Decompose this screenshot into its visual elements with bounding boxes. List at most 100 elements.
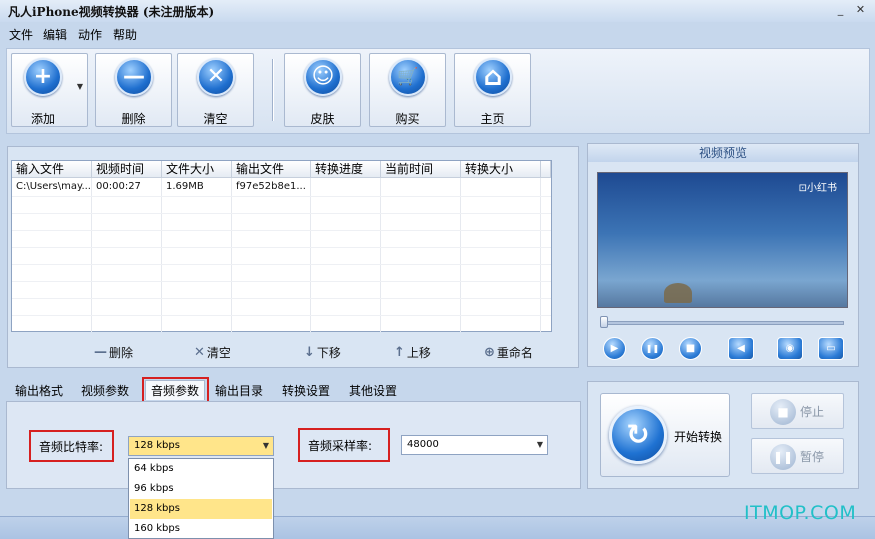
pause-convert-button[interactable]: ❚❚ 暂停: [751, 438, 844, 474]
toolbar-separator: [272, 59, 274, 121]
add-dropdown-arrow-icon[interactable]: ▼: [77, 82, 83, 91]
buy-button[interactable]: 🛒 购买: [369, 53, 446, 127]
col-grid: [12, 178, 92, 332]
table-row[interactable]: C:\Users\may... 00:00:27 1.69MB f97e52b8…: [12, 178, 541, 195]
col-grid: [92, 178, 162, 332]
video-preview: ⊡小红书: [597, 172, 848, 308]
row-divider: [12, 213, 551, 214]
delete-button-label: 删除: [121, 112, 146, 126]
move-down-button[interactable]: ↓ 下移: [304, 344, 341, 361]
tab-output-dir[interactable]: 输出目录: [215, 381, 263, 401]
pause-button[interactable]: ❚❚: [641, 337, 664, 360]
col-converted-size[interactable]: 转换大小: [461, 161, 541, 178]
stop-button[interactable]: ■: [679, 337, 702, 360]
stop-convert-label: 停止: [800, 405, 825, 419]
snapshot-button[interactable]: ◉: [777, 337, 803, 360]
cell-input-file: C:\Users\may...: [16, 181, 91, 192]
seek-handle[interactable]: [600, 316, 608, 328]
bitrate-option-64[interactable]: 64 kbps: [130, 459, 272, 479]
row-divider: [12, 230, 551, 231]
minus-icon: —: [115, 58, 153, 96]
delete-button[interactable]: — 删除: [95, 53, 172, 127]
tab-output-format[interactable]: 输出格式: [15, 381, 63, 401]
add-button[interactable]: + 添加 ▼: [11, 53, 88, 127]
window-title: 凡人iPhone视频转换器 (未注册版本): [8, 5, 215, 19]
list-clear-button[interactable]: ✕ 清空: [194, 344, 231, 361]
file-list[interactable]: 输入文件 视频时间 文件大小 输出文件 转换进度 当前时间 转换大小 C:\Us…: [11, 160, 552, 332]
minimize-button[interactable]: _: [832, 2, 849, 18]
bitrate-option-128[interactable]: 128 kbps: [130, 499, 272, 519]
row-divider: [12, 247, 551, 248]
row-divider: [12, 315, 551, 316]
col-video-time[interactable]: 视频时间: [92, 161, 162, 178]
col-grid: [162, 178, 232, 332]
move-down-label: 下移: [316, 346, 341, 360]
col-progress[interactable]: 转换进度: [311, 161, 381, 178]
home-button[interactable]: ⌂ 主页: [454, 53, 531, 127]
menu-action[interactable]: 动作: [78, 26, 102, 43]
bitrate-select[interactable]: 128 kbps ▼: [128, 436, 274, 456]
skin-button[interactable]: ☺ 皮肤: [284, 53, 361, 127]
settings-tabs: 输出格式 视频参数 音频参数 输出目录 转换设置 其他设置: [6, 377, 581, 403]
stop-icon: ■: [770, 399, 796, 425]
close-button[interactable]: ✕: [852, 2, 869, 18]
list-delete-label: 删除: [109, 346, 134, 360]
smiley-icon: ☺: [304, 58, 342, 96]
tab-audio-params[interactable]: 音频参数: [145, 380, 206, 400]
cell-file-size: 1.69MB: [166, 181, 204, 192]
menu-bar: 文件 编辑 动作 帮助: [0, 22, 875, 44]
menu-help[interactable]: 帮助: [113, 26, 137, 43]
col-current-time[interactable]: 当前时间: [381, 161, 461, 178]
home-button-label: 主页: [480, 112, 505, 126]
pause-icon: ❚❚: [770, 444, 796, 470]
list-delete-button[interactable]: — 删除: [94, 344, 133, 361]
tab-video-params[interactable]: 视频参数: [81, 381, 129, 401]
row-divider: [12, 298, 551, 299]
start-convert-button[interactable]: ↻ 开始转换: [600, 393, 730, 477]
col-filler: [541, 161, 551, 178]
open-folder-button[interactable]: ▭: [818, 337, 844, 360]
bitrate-dropdown-list: 64 kbps 96 kbps 128 kbps 160 kbps: [128, 458, 274, 539]
list-clear-label: 清空: [206, 346, 231, 360]
pause-convert-label: 暂停: [800, 450, 825, 464]
row-divider: [12, 281, 551, 282]
video-watermark: ⊡小红书: [798, 183, 837, 194]
stop-convert-button[interactable]: ■ 停止: [751, 393, 844, 429]
bitrate-label: 音频比特率:: [29, 430, 114, 462]
x-circle-icon: ✕: [197, 58, 235, 96]
arrow-up-icon: ↑: [394, 345, 405, 360]
col-output-file[interactable]: 输出文件: [232, 161, 311, 178]
bitrate-value: 128 kbps: [134, 440, 180, 451]
samplerate-label: 音频采样率:: [298, 428, 390, 462]
chevron-down-icon: ▼: [536, 440, 543, 449]
bitrate-option-96[interactable]: 96 kbps: [130, 479, 272, 499]
play-button[interactable]: ▶: [603, 337, 626, 360]
col-input-file[interactable]: 输入文件: [12, 161, 92, 178]
preview-title: 视频预览: [588, 144, 858, 162]
tab-other-settings[interactable]: 其他设置: [349, 381, 397, 401]
convert-panel: ↻ 开始转换 ■ 停止 ❚❚ 暂停: [587, 381, 859, 489]
col-grid: [232, 178, 311, 332]
move-up-button[interactable]: ↑ 上移: [394, 344, 431, 361]
start-convert-label: 开始转换: [674, 430, 723, 444]
bitrate-option-160[interactable]: 160 kbps: [130, 519, 272, 539]
cell-video-time: 00:00:27: [96, 181, 141, 192]
samplerate-select[interactable]: 48000 ▼: [401, 435, 548, 455]
clear-button[interactable]: ✕ 清空: [177, 53, 254, 127]
rename-button[interactable]: ⊕ 重命名: [484, 344, 533, 361]
tab-convert-settings[interactable]: 转换设置: [282, 381, 330, 401]
menu-edit[interactable]: 编辑: [43, 26, 67, 43]
col-grid: [381, 178, 461, 332]
move-up-label: 上移: [406, 346, 431, 360]
minus-icon: —: [94, 345, 107, 360]
toolbar: + 添加 ▼ — 删除 ✕ 清空 ☺ 皮肤 🛒 购买 ⌂ 主页: [6, 48, 870, 134]
chevron-down-icon: ▼: [262, 441, 269, 450]
volume-button[interactable]: ◀: [728, 337, 754, 360]
menu-file[interactable]: 文件: [9, 26, 33, 43]
seek-bar[interactable]: [600, 321, 844, 325]
skin-button-label: 皮肤: [310, 112, 335, 126]
col-file-size[interactable]: 文件大小: [162, 161, 232, 178]
buy-button-label: 购买: [395, 112, 420, 126]
file-list-panel: 输入文件 视频时间 文件大小 输出文件 转换进度 当前时间 转换大小 C:\Us…: [7, 146, 579, 368]
col-grid: [461, 178, 541, 332]
